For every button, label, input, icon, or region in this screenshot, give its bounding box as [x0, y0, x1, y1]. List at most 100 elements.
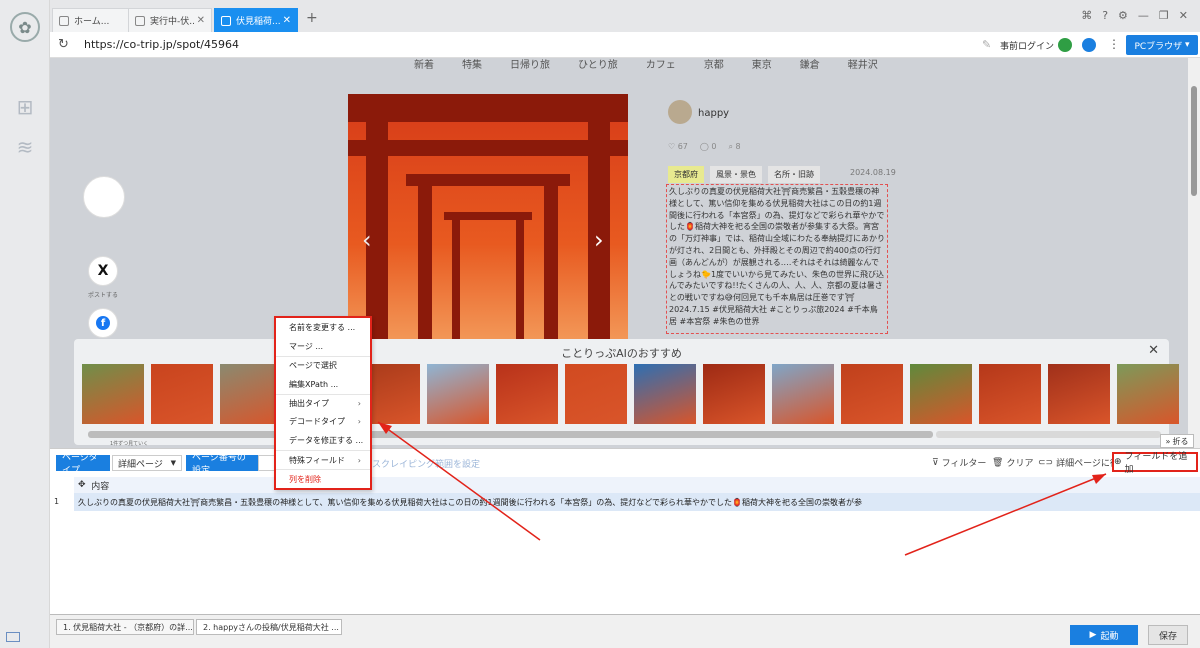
save-button[interactable]: 保存 [1148, 625, 1188, 645]
carousel-next-icon[interactable]: › [594, 226, 604, 254]
clip-count[interactable]: ⌕ 8 [729, 142, 741, 152]
tab-fushimi[interactable]: 伏見稲荷... ✕ [214, 8, 298, 32]
nav-item[interactable]: 日帰り旅 [510, 58, 550, 71]
reco-thumbnail[interactable] [151, 364, 213, 424]
nav-item[interactable]: 京都 [704, 58, 724, 71]
username[interactable]: happy [698, 108, 729, 119]
nav-item[interactable]: 東京 [752, 58, 772, 71]
carousel-prev-icon[interactable]: ‹ [362, 226, 372, 254]
menu-special-field[interactable]: 特殊フィールド › [276, 450, 370, 469]
tag-category[interactable]: 名所・旧跡 [768, 166, 820, 183]
nav-item[interactable]: カフェ [646, 58, 676, 71]
step-tab-1[interactable]: 1. 伏見稲荷大社 - （京都府）の詳... [56, 619, 194, 635]
menu-select-on-page[interactable]: ページで選択 [276, 355, 370, 375]
reco-thumbnail[interactable] [496, 364, 558, 424]
reco-thumbnail[interactable] [703, 364, 765, 424]
layers-icon[interactable]: ≋ [14, 135, 36, 159]
menu-delete-column[interactable]: 列を削除 [276, 469, 370, 488]
close-panel-icon[interactable]: ✕ [1148, 343, 1159, 358]
chevron-down-icon: ▼ [170, 459, 176, 467]
settings-icon[interactable]: ⚙ [1118, 9, 1128, 22]
page-number-button[interactable]: ページ番号の設定 [186, 453, 258, 476]
page-icon [221, 15, 231, 26]
reload-icon[interactable]: ↻ [58, 37, 69, 52]
nav-item[interactable]: 軽井沢 [848, 58, 878, 71]
extension-blue-icon[interactable] [1082, 38, 1096, 52]
help-icon[interactable]: ? [1102, 9, 1108, 22]
reco-thumbnail[interactable] [910, 364, 972, 424]
close-window-icon[interactable]: ✕ [1179, 9, 1188, 22]
more-menu-icon[interactable]: ⋮ [1108, 37, 1120, 51]
menu-rename[interactable]: 名前を変更する ... [276, 318, 370, 337]
menu-edit-xpath[interactable]: 編集XPath ... [276, 375, 370, 394]
reco-thumbnail[interactable] [82, 364, 144, 424]
close-icon[interactable]: ✕ [197, 15, 205, 26]
menu-merge[interactable]: マージ ... [276, 337, 370, 356]
reco-thumbnail[interactable] [1048, 364, 1110, 424]
tab-label: 実行中-伏... [150, 17, 194, 27]
menu-label: データを修正する ... [289, 436, 364, 446]
pc-browser-button[interactable]: PCブラウザ ▾ [1126, 35, 1198, 55]
recommendation-panel: ことりっぷAIのおすすめ ✕ 1件ずつ見ていく [74, 339, 1179, 447]
new-task-icon[interactable]: ⊞ [14, 95, 36, 119]
avatar[interactable] [668, 100, 692, 124]
reco-thumbnail[interactable] [220, 364, 282, 424]
reco-scrollbar-track[interactable] [936, 431, 1161, 438]
like-count[interactable]: ♡ 67 [668, 142, 688, 152]
new-tab-button[interactable]: + [306, 10, 318, 26]
reco-thumbnail[interactable] [979, 364, 1041, 424]
tab-running[interactable]: 実行中-伏... ✕ [128, 8, 212, 32]
reco-thumbnail[interactable] [841, 364, 903, 424]
play-icon: ▶ [1089, 630, 1097, 640]
nav-item[interactable]: 鎌倉 [800, 58, 820, 71]
reco-thumbnail[interactable] [634, 364, 696, 424]
clear-button[interactable]: 🗑 クリア [992, 456, 1033, 470]
x-share-icon[interactable]: X [88, 256, 118, 286]
comment-count[interactable]: ◯ 0 [700, 142, 717, 152]
page-scrollbar[interactable] [1188, 58, 1200, 448]
page-scrollbar-thumb[interactable] [1191, 86, 1197, 196]
gift-icon[interactable]: ⌘ [1081, 9, 1092, 22]
pre-login-button[interactable]: 事前ログイン [1000, 39, 1054, 52]
close-icon[interactable]: ✕ [283, 15, 291, 26]
edit-url-icon[interactable]: ✎ [982, 38, 991, 51]
menu-extract-type[interactable]: 抽出タイプ › [276, 393, 370, 413]
nav-item[interactable]: 特集 [462, 58, 482, 71]
menu-fix-data[interactable]: データを修正する ... [276, 431, 370, 450]
nav-item[interactable]: ひとり旅 [578, 58, 618, 71]
reco-scrollbar[interactable] [88, 431, 933, 438]
column-header[interactable]: ✥ 内容 [74, 477, 1200, 493]
add-field-button[interactable]: ⊕ フィールドを追加 [1112, 452, 1198, 475]
table-row[interactable]: 久しぶりの真夏の伏見稲荷大社⛩商売繁昌・五穀豊穣の神様として、篤い信仰を集める伏… [74, 493, 1200, 511]
column-title[interactable]: 内容 [91, 479, 109, 492]
app-sidebar: ✿ ⊞ ≋ [0, 0, 50, 648]
tag-location[interactable]: 京都府 [668, 166, 704, 183]
scrape-range-link[interactable]: スクレイピング範囲を設定 [372, 457, 480, 470]
mail-icon[interactable] [6, 632, 20, 642]
menu-decode-type[interactable]: デコードタイプ › [276, 412, 370, 431]
minimize-icon[interactable]: — [1138, 9, 1149, 22]
filter-button[interactable]: ⊽ フィルター [932, 456, 986, 470]
reco-thumbnail[interactable] [1117, 364, 1179, 424]
page-type-select[interactable]: 詳細ページ ▼ [112, 455, 182, 471]
facebook-share-button[interactable]: f [88, 308, 118, 338]
post-body-text[interactable]: 久しぶりの真夏の伏見稲荷大社⛩商売繁昌・五穀豊穣の神様として、篤い信仰を集める伏… [666, 184, 888, 334]
column-move-icon[interactable]: ✥ [78, 480, 86, 490]
reco-thumbnail[interactable] [565, 364, 627, 424]
reco-thumbnails [82, 364, 1179, 424]
extension-green-icon[interactable] [1058, 38, 1072, 52]
step-tab-2[interactable]: 2. happyさんの投稿/伏見稲荷大社 ... ⊗ [196, 619, 342, 635]
fold-button[interactable]: » 折る [1160, 434, 1194, 448]
menu-label: 特殊フィールド [289, 455, 345, 465]
url-field[interactable]: https://co-trip.jp/spot/45964 [84, 38, 239, 51]
restore-icon[interactable]: ❐ [1159, 9, 1169, 22]
clip-button[interactable] [83, 176, 125, 218]
site-nav: 新着 特集 日帰り旅 ひとり旅 カフェ 京都 東京 鎌倉 軽井沢 [414, 58, 878, 71]
reco-thumbnail[interactable] [772, 364, 834, 424]
tag-category[interactable]: 風景・景色 [710, 166, 762, 183]
page-type-button[interactable]: ページタイプ [56, 453, 110, 476]
reco-thumbnail[interactable] [427, 364, 489, 424]
nav-item[interactable]: 新着 [414, 58, 434, 71]
tab-home[interactable]: ホーム... [52, 8, 136, 32]
run-button[interactable]: ▶ 起動 [1070, 625, 1138, 645]
